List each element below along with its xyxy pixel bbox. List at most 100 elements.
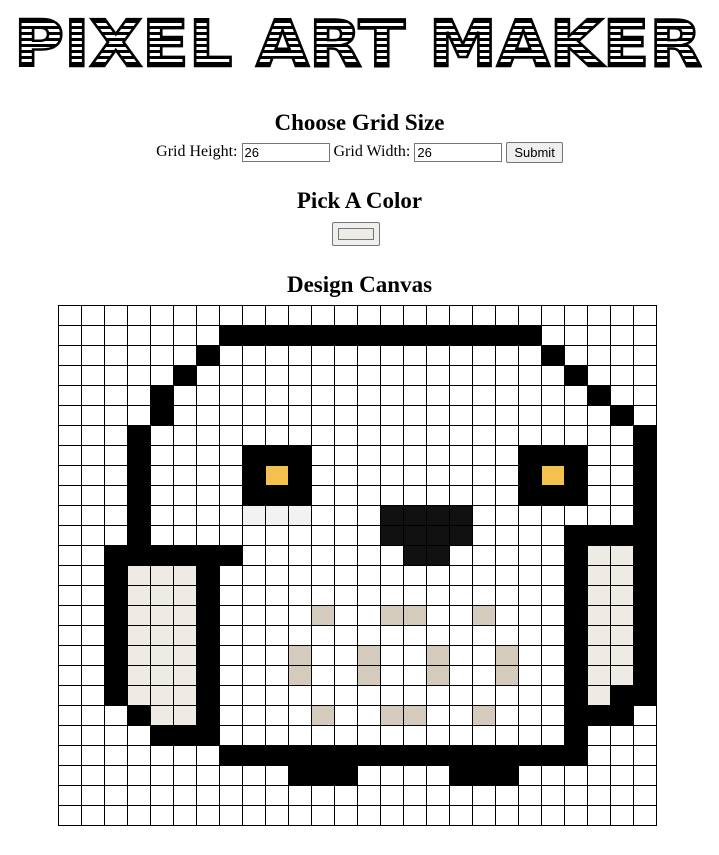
canvas-cell[interactable] xyxy=(357,625,381,646)
canvas-cell[interactable] xyxy=(357,345,381,366)
canvas-cell[interactable] xyxy=(495,365,519,386)
canvas-cell[interactable] xyxy=(58,725,82,746)
canvas-cell[interactable] xyxy=(587,705,611,726)
canvas-cell[interactable] xyxy=(127,405,151,426)
canvas-cell[interactable] xyxy=(495,665,519,686)
canvas-cell[interactable] xyxy=(518,665,542,686)
canvas-cell[interactable] xyxy=(173,385,197,406)
canvas-cell[interactable] xyxy=(334,705,358,726)
canvas-cell[interactable] xyxy=(564,385,588,406)
canvas-cell[interactable] xyxy=(403,465,427,486)
canvas-cell[interactable] xyxy=(610,745,634,766)
canvas-cell[interactable] xyxy=(288,305,312,326)
canvas-cell[interactable] xyxy=(357,365,381,386)
canvas-cell[interactable] xyxy=(242,365,266,386)
canvas-cell[interactable] xyxy=(127,725,151,746)
grid-height-input[interactable] xyxy=(241,143,330,162)
canvas-cell[interactable] xyxy=(58,605,82,626)
canvas-cell[interactable] xyxy=(518,765,542,786)
canvas-cell[interactable] xyxy=(219,365,243,386)
canvas-cell[interactable] xyxy=(311,785,335,806)
canvas-cell[interactable] xyxy=(357,425,381,446)
canvas-cell[interactable] xyxy=(219,345,243,366)
canvas-cell[interactable] xyxy=(587,725,611,746)
canvas-cell[interactable] xyxy=(104,705,128,726)
canvas-cell[interactable] xyxy=(58,565,82,586)
canvas-cell[interactable] xyxy=(334,405,358,426)
canvas-cell[interactable] xyxy=(380,785,404,806)
canvas-cell[interactable] xyxy=(150,745,174,766)
canvas-cell[interactable] xyxy=(58,465,82,486)
canvas-cell[interactable] xyxy=(288,765,312,786)
canvas-cell[interactable] xyxy=(495,445,519,466)
canvas-cell[interactable] xyxy=(150,665,174,686)
canvas-cell[interactable] xyxy=(81,405,105,426)
canvas-cell[interactable] xyxy=(288,665,312,686)
canvas-cell[interactable] xyxy=(564,685,588,706)
canvas-cell[interactable] xyxy=(541,305,565,326)
canvas-cell[interactable] xyxy=(104,585,128,606)
canvas-cell[interactable] xyxy=(219,805,243,826)
canvas-cell[interactable] xyxy=(58,445,82,466)
canvas-cell[interactable] xyxy=(495,345,519,366)
canvas-cell[interactable] xyxy=(587,745,611,766)
canvas-cell[interactable] xyxy=(334,345,358,366)
canvas-cell[interactable] xyxy=(610,585,634,606)
canvas-cell[interactable] xyxy=(311,745,335,766)
canvas-cell[interactable] xyxy=(380,325,404,346)
canvas-cell[interactable] xyxy=(426,765,450,786)
canvas-cell[interactable] xyxy=(472,805,496,826)
canvas-cell[interactable] xyxy=(334,325,358,346)
canvas-cell[interactable] xyxy=(173,365,197,386)
canvas-cell[interactable] xyxy=(265,445,289,466)
canvas-cell[interactable] xyxy=(127,425,151,446)
canvas-cell[interactable] xyxy=(541,685,565,706)
canvas-cell[interactable] xyxy=(242,785,266,806)
canvas-cell[interactable] xyxy=(357,765,381,786)
canvas-cell[interactable] xyxy=(495,505,519,526)
canvas-cell[interactable] xyxy=(426,625,450,646)
canvas-cell[interactable] xyxy=(127,465,151,486)
canvas-cell[interactable] xyxy=(288,445,312,466)
canvas-cell[interactable] xyxy=(265,385,289,406)
canvas-cell[interactable] xyxy=(472,505,496,526)
canvas-cell[interactable] xyxy=(518,325,542,346)
canvas-cell[interactable] xyxy=(564,665,588,686)
canvas-cell[interactable] xyxy=(219,745,243,766)
canvas-cell[interactable] xyxy=(127,445,151,466)
canvas-cell[interactable] xyxy=(495,305,519,326)
canvas-cell[interactable] xyxy=(219,325,243,346)
canvas-cell[interactable] xyxy=(541,565,565,586)
canvas-cell[interactable] xyxy=(288,605,312,626)
canvas-cell[interactable] xyxy=(518,565,542,586)
canvas-cell[interactable] xyxy=(196,365,220,386)
canvas-cell[interactable] xyxy=(495,805,519,826)
canvas-cell[interactable] xyxy=(357,525,381,546)
canvas-cell[interactable] xyxy=(150,725,174,746)
canvas-cell[interactable] xyxy=(58,625,82,646)
canvas-cell[interactable] xyxy=(219,665,243,686)
canvas-cell[interactable] xyxy=(610,505,634,526)
canvas-cell[interactable] xyxy=(288,385,312,406)
canvas-cell[interactable] xyxy=(587,505,611,526)
canvas-cell[interactable] xyxy=(357,725,381,746)
canvas-cell[interactable] xyxy=(449,545,473,566)
canvas-cell[interactable] xyxy=(357,605,381,626)
canvas-cell[interactable] xyxy=(403,785,427,806)
canvas-cell[interactable] xyxy=(495,465,519,486)
canvas-cell[interactable] xyxy=(265,685,289,706)
canvas-cell[interactable] xyxy=(472,585,496,606)
canvas-cell[interactable] xyxy=(311,445,335,466)
canvas-cell[interactable] xyxy=(173,405,197,426)
canvas-cell[interactable] xyxy=(127,325,151,346)
canvas-cell[interactable] xyxy=(495,645,519,666)
canvas-cell[interactable] xyxy=(403,365,427,386)
canvas-cell[interactable] xyxy=(104,345,128,366)
canvas-cell[interactable] xyxy=(196,745,220,766)
canvas-cell[interactable] xyxy=(242,725,266,746)
canvas-cell[interactable] xyxy=(196,725,220,746)
canvas-cell[interactable] xyxy=(472,725,496,746)
canvas-cell[interactable] xyxy=(426,665,450,686)
canvas-cell[interactable] xyxy=(311,425,335,446)
canvas-cell[interactable] xyxy=(518,385,542,406)
